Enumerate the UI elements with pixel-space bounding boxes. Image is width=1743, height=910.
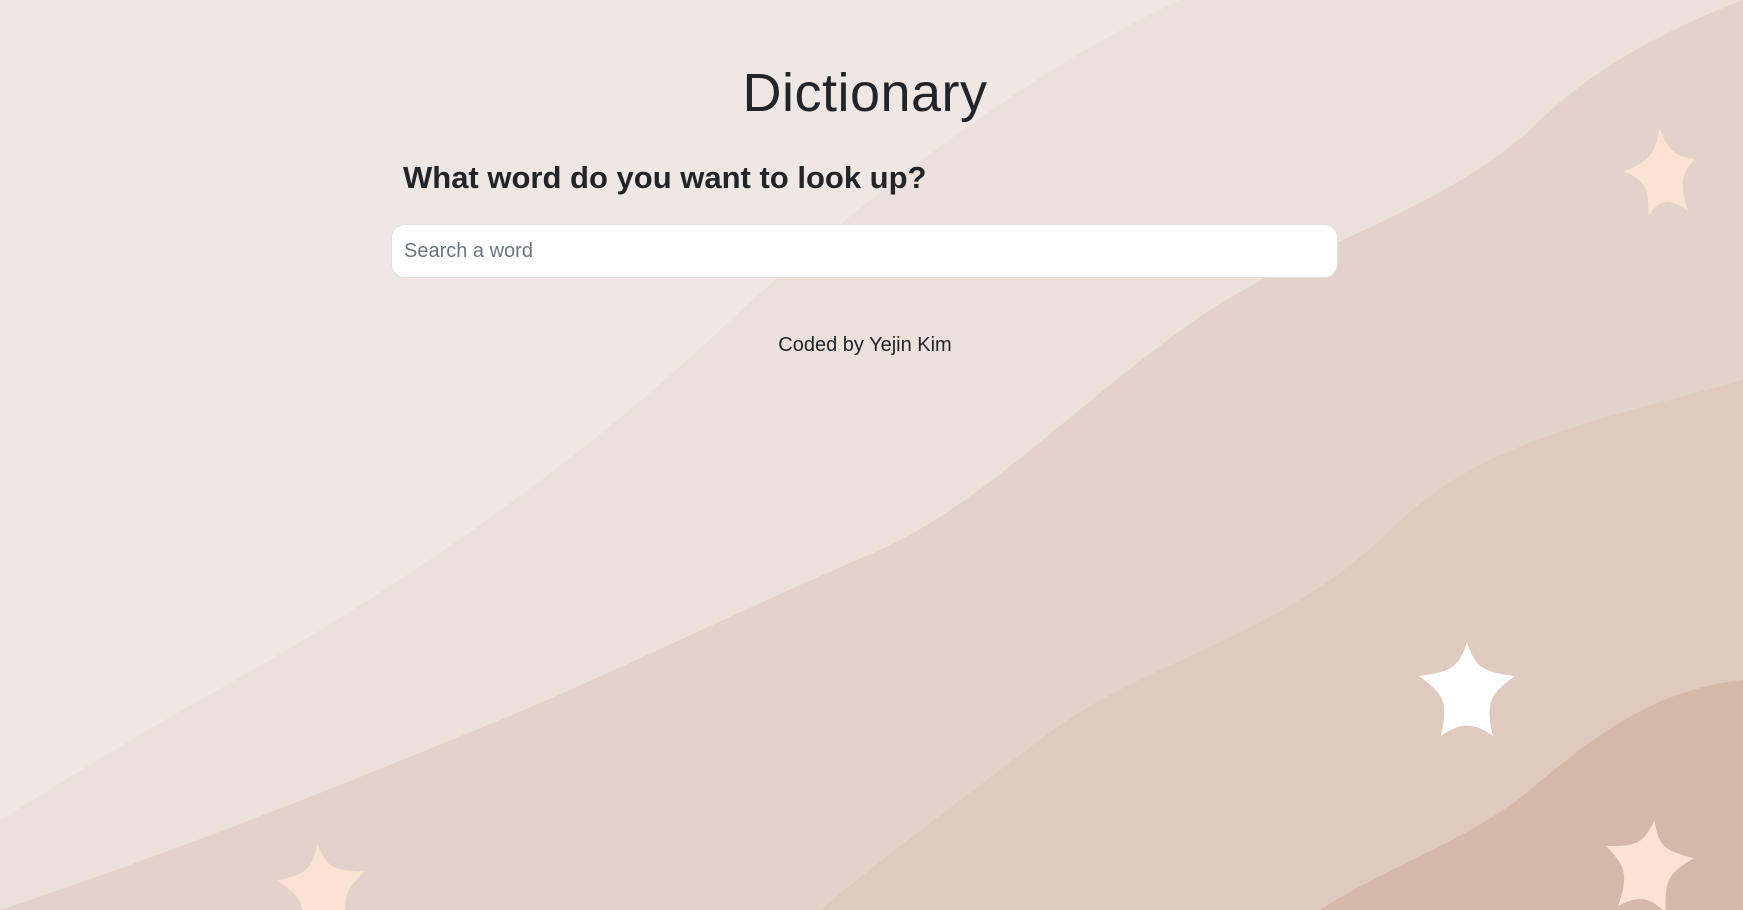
- search-prompt: What word do you want to look up?: [403, 160, 927, 195]
- search-input[interactable]: [391, 224, 1338, 278]
- dictionary-app: Dictionary What word do you want to look…: [0, 0, 1743, 910]
- page-title: Dictionary: [742, 63, 988, 123]
- footer-credit: Coded by Yejin Kim: [778, 334, 952, 356]
